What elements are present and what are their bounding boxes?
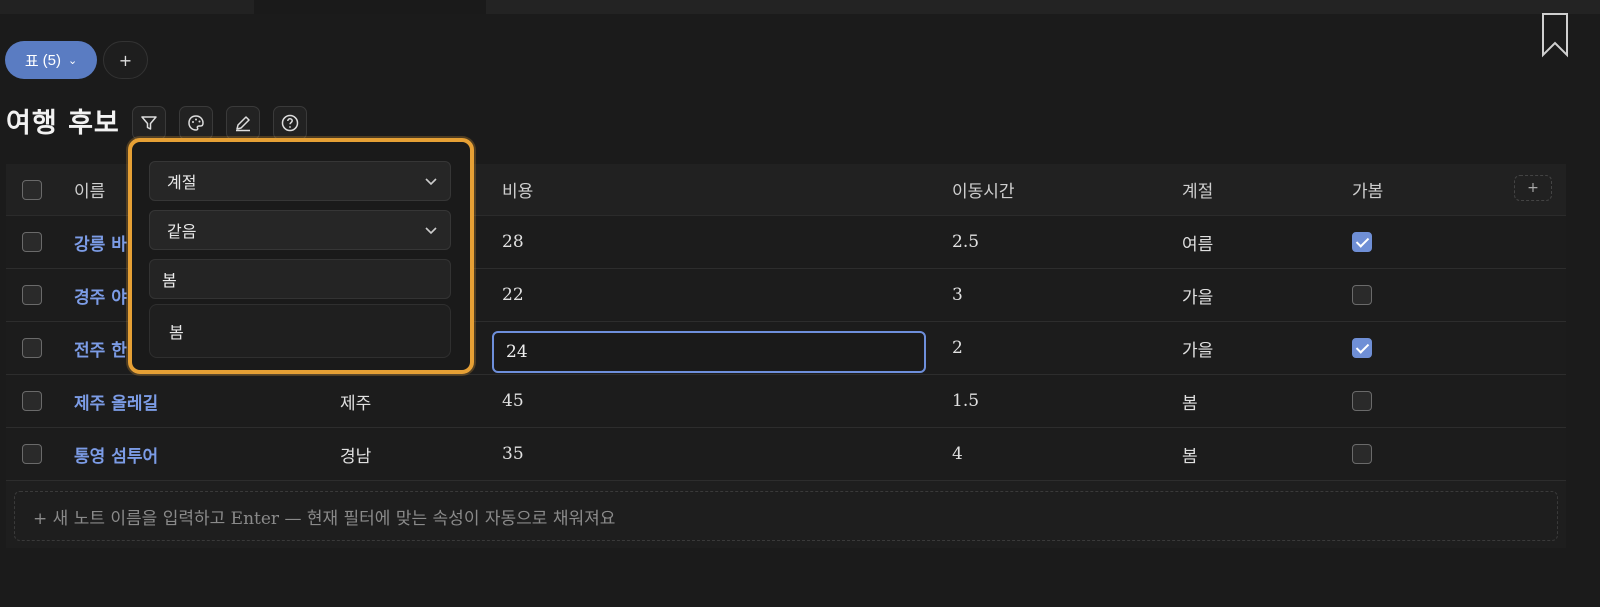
filter-popover: 계절 같음 봄 봄 bbox=[128, 138, 474, 374]
time-cell[interactable]: 1.5 bbox=[952, 375, 979, 427]
region-cell[interactable]: 경남 bbox=[340, 428, 371, 480]
filter-property-select[interactable]: 계절 bbox=[149, 161, 451, 201]
help-button[interactable] bbox=[273, 106, 307, 140]
chevron-down-icon bbox=[425, 178, 437, 186]
row-name-link[interactable]: 통영 섬투어 bbox=[74, 428, 158, 480]
new-note-input[interactable]: + 새 노트 이름을 입력하고 Enter — 현재 필터에 맞는 속성이 자동… bbox=[14, 491, 1558, 541]
cost-cell[interactable]: 35 bbox=[502, 428, 524, 480]
chevron-down-icon bbox=[425, 227, 437, 235]
cost-edit-input[interactable]: 24 bbox=[492, 331, 926, 373]
select-all-checkbox[interactable] bbox=[22, 179, 42, 200]
visited-checkbox[interactable] bbox=[1352, 338, 1372, 358]
theme-button[interactable] bbox=[179, 106, 213, 140]
row-checkbox[interactable] bbox=[22, 338, 42, 358]
row-name-link[interactable]: 경주 야 bbox=[74, 269, 127, 321]
row-name-link[interactable]: 전주 한 bbox=[74, 322, 127, 374]
add-view-button[interactable]: + bbox=[103, 41, 148, 79]
view-tab-count: (5) bbox=[42, 51, 61, 69]
pencil-icon bbox=[236, 116, 250, 132]
cost-cell[interactable]: 45 bbox=[502, 375, 524, 427]
filter-button[interactable] bbox=[132, 106, 166, 140]
row-checkbox[interactable] bbox=[22, 285, 42, 305]
tab-strip-segment bbox=[0, 0, 254, 14]
season-cell[interactable]: 가을 bbox=[1182, 269, 1213, 321]
bookmark-icon[interactable] bbox=[1540, 12, 1570, 58]
filter-operator-select[interactable]: 같음 bbox=[149, 210, 451, 250]
season-cell[interactable]: 가을 bbox=[1182, 322, 1213, 374]
row-checkbox[interactable] bbox=[22, 444, 42, 464]
time-cell[interactable]: 2 bbox=[952, 322, 963, 374]
page-title: 여행 후보 bbox=[6, 108, 120, 139]
column-header-season[interactable]: 계절 bbox=[1182, 164, 1213, 215]
table-row: 통영 섬투어 경남 35 4 봄 bbox=[6, 428, 1566, 481]
filter-suggestion-item[interactable]: 봄 bbox=[149, 304, 451, 358]
season-cell[interactable]: 봄 bbox=[1182, 428, 1198, 480]
add-column-button[interactable]: + bbox=[1514, 175, 1552, 201]
season-cell[interactable]: 봄 bbox=[1182, 375, 1198, 427]
row-name-link[interactable]: 강릉 바 bbox=[74, 216, 127, 268]
help-icon bbox=[281, 114, 299, 132]
time-cell[interactable]: 3 bbox=[952, 269, 963, 321]
filter-value-input[interactable]: 봄 bbox=[149, 259, 451, 299]
view-tab-table[interactable]: 표 (5) ⌄ bbox=[5, 41, 97, 79]
column-header-cost[interactable]: 비용 bbox=[502, 164, 533, 215]
palette-icon bbox=[188, 115, 204, 131]
season-cell[interactable]: 여름 bbox=[1182, 216, 1213, 268]
filter-operator-value: 같음 bbox=[167, 222, 197, 241]
visited-checkbox[interactable] bbox=[1352, 285, 1372, 305]
visited-checkbox[interactable] bbox=[1352, 444, 1372, 464]
time-cell[interactable]: 2.5 bbox=[952, 216, 979, 268]
filter-icon bbox=[141, 116, 157, 130]
select-all-cell[interactable] bbox=[22, 164, 42, 215]
row-checkbox[interactable] bbox=[22, 391, 42, 411]
top-strip bbox=[0, 0, 1600, 14]
tab-strip-segment bbox=[254, 0, 486, 14]
visited-checkbox[interactable] bbox=[1352, 391, 1372, 411]
region-cell[interactable]: 제주 bbox=[340, 375, 371, 427]
column-header-name[interactable]: 이름 bbox=[74, 164, 105, 215]
tab-strip-segment bbox=[486, 0, 1600, 14]
filter-property-value: 계절 bbox=[167, 173, 197, 192]
column-header-visited[interactable]: 가봄 bbox=[1352, 164, 1383, 215]
visited-checkbox[interactable] bbox=[1352, 232, 1372, 252]
cost-cell[interactable]: 22 bbox=[502, 269, 524, 321]
row-checkbox[interactable] bbox=[22, 232, 42, 252]
column-header-time[interactable]: 이동시간 bbox=[952, 164, 1015, 215]
chevron-down-icon: ⌄ bbox=[67, 54, 78, 67]
time-cell[interactable]: 4 bbox=[952, 428, 963, 480]
table-row: 제주 올레길 제주 45 1.5 봄 bbox=[6, 375, 1566, 428]
edit-button[interactable] bbox=[226, 106, 260, 140]
cost-cell[interactable]: 28 bbox=[502, 216, 524, 268]
row-name-link[interactable]: 제주 올레길 bbox=[74, 375, 158, 427]
view-tab-label: 표 bbox=[24, 52, 39, 70]
